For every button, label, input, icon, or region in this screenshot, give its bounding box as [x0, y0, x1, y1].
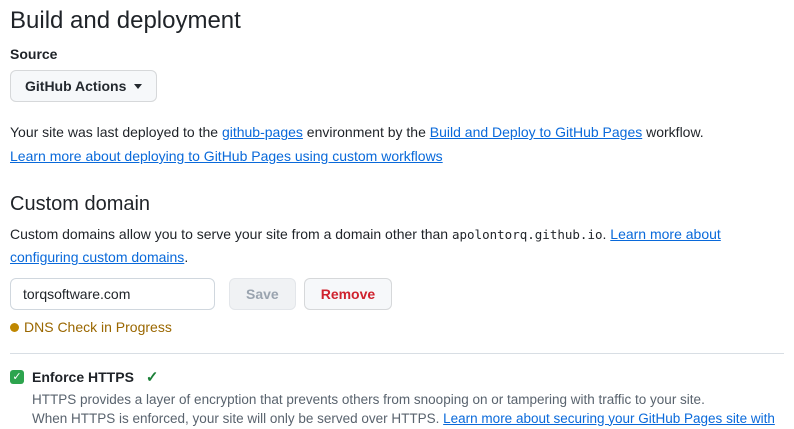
https-description: HTTPS provides a layer of encryption tha…: [32, 391, 784, 429]
github-io-domain: apolontorq.github.io: [452, 227, 603, 242]
build-deployment-title: Build and deployment: [10, 6, 784, 36]
deployment-status-text: Your site was last deployed to the githu…: [10, 120, 784, 168]
custom-domain-text-3: .: [184, 249, 188, 265]
https-desc-line2: When HTTPS is enforced, your site will o…: [32, 411, 443, 426]
github-pages-environment-link[interactable]: github-pages: [222, 124, 303, 140]
source-dropdown-button[interactable]: GitHub Actions: [10, 70, 157, 102]
dns-status-dot-icon: [10, 323, 19, 332]
dns-status: DNS Check in Progress: [10, 319, 784, 335]
save-button[interactable]: Save: [229, 278, 296, 310]
enforce-https-section: ✓ Enforce HTTPS ✓ HTTPS provides a layer…: [10, 368, 784, 429]
custom-domain-text-1: Custom domains allow you to serve your s…: [10, 226, 452, 242]
source-dropdown-label: GitHub Actions: [25, 78, 126, 94]
custom-domain-form: Save Remove: [10, 278, 784, 310]
deploy-text-3: workflow.: [642, 124, 703, 140]
chevron-down-icon: [134, 84, 142, 89]
https-desc-line1: HTTPS provides a layer of encryption tha…: [32, 392, 705, 407]
custom-domain-description: Custom domains allow you to serve your s…: [10, 223, 784, 268]
deploy-text-2: environment by the: [303, 124, 430, 140]
custom-domain-section: Custom domain Custom domains allow you t…: [10, 192, 784, 335]
source-label: Source: [10, 46, 784, 62]
enforce-https-label[interactable]: Enforce HTTPS: [32, 369, 134, 385]
learn-custom-workflows-link[interactable]: Learn more about deploying to GitHub Pag…: [10, 148, 443, 164]
workflow-link[interactable]: Build and Deploy to GitHub Pages: [430, 124, 642, 140]
https-success-check-icon: ✓: [146, 368, 159, 386]
remove-button[interactable]: Remove: [304, 278, 392, 310]
build-deployment-section: Build and deployment Source GitHub Actio…: [10, 6, 784, 168]
deploy-text-1: Your site was last deployed to the: [10, 124, 222, 140]
dns-status-text: DNS Check in Progress: [24, 319, 172, 335]
custom-domain-input[interactable]: [10, 278, 215, 310]
enforce-https-checkbox[interactable]: ✓: [10, 370, 24, 384]
custom-domain-title: Custom domain: [10, 192, 784, 217]
enforce-https-row: ✓ Enforce HTTPS ✓: [10, 368, 784, 386]
section-divider: [10, 353, 784, 354]
